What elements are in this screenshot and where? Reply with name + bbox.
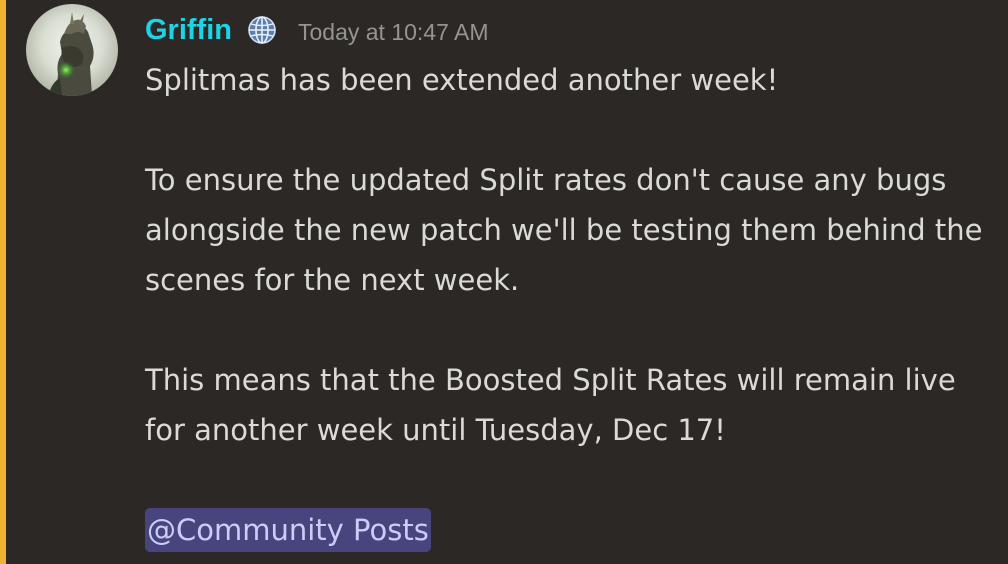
- globe-icon[interactable]: [246, 14, 278, 46]
- message-header: Griffin Today at 10:47 AM: [145, 8, 489, 52]
- message-paragraph: To ensure the updated Split rates don't …: [145, 163, 983, 297]
- mention-line: @Community Posts: [145, 505, 995, 555]
- message-content: Splitmas has been extended another week!…: [145, 55, 995, 555]
- chat-message: Griffin Today at 10:47 AM Splitmas has b…: [0, 0, 1008, 564]
- message-paragraph: This means that the Boosted Split Rates …: [145, 363, 956, 447]
- avatar-image: [26, 4, 118, 96]
- message-timestamp[interactable]: Today at 10:47 AM: [298, 19, 489, 46]
- message-paragraph: Splitmas has been extended another week!: [145, 63, 779, 97]
- role-mention[interactable]: @Community Posts: [145, 508, 431, 552]
- avatar[interactable]: [26, 4, 118, 96]
- author-name[interactable]: Griffin: [145, 14, 232, 47]
